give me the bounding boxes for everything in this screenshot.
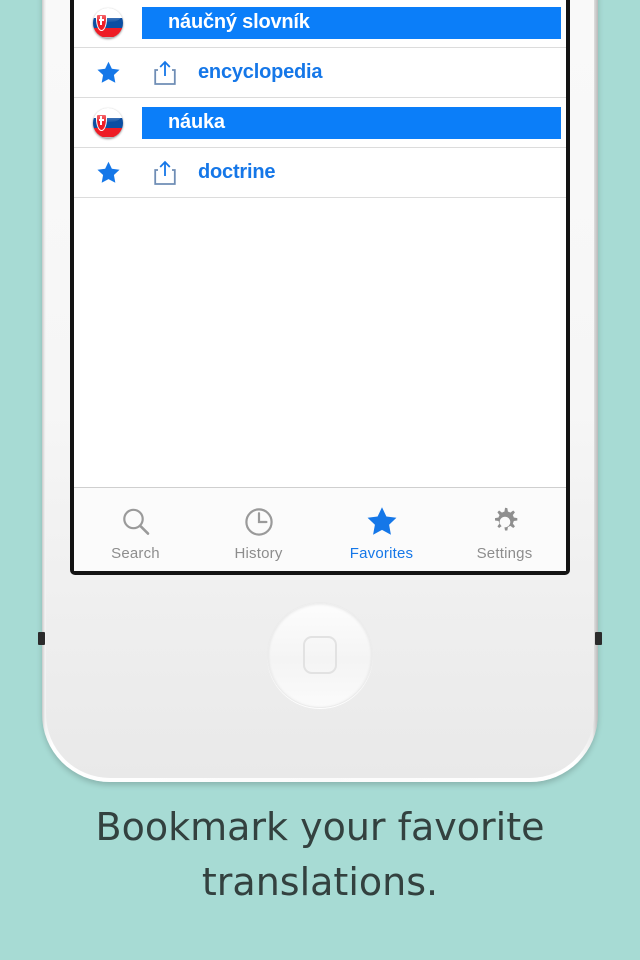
home-button[interactable] <box>267 602 373 708</box>
share-cell[interactable] <box>142 60 188 86</box>
tab-favorites[interactable]: Favorites <box>320 488 443 571</box>
screen-bezel: teach-in <box>70 0 570 575</box>
star-icon-wrap <box>364 501 400 543</box>
row-flag-cell <box>74 7 142 38</box>
phone-device: teach-in <box>38 0 602 782</box>
translation-label: encyclopedia <box>198 61 323 83</box>
tab-settings-label: Settings <box>476 545 533 562</box>
caption-line-1: Bookmark your favorite <box>95 805 545 849</box>
gear-icon <box>494 507 517 531</box>
share-icon[interactable] <box>153 60 177 86</box>
gear-icon-wrap <box>488 501 522 543</box>
tab-favorites-label: Favorites <box>349 545 414 562</box>
caption-line-2: translations. <box>201 860 439 905</box>
tab-search[interactable]: Search <box>74 488 197 571</box>
table-row[interactable]: doctrine <box>74 148 566 198</box>
clock-icon <box>244 508 273 536</box>
slovakia-flag-icon <box>93 107 123 138</box>
translation-list[interactable]: teach-in <box>74 0 566 487</box>
home-button-square-icon <box>303 636 337 674</box>
star-icon[interactable] <box>95 60 122 86</box>
search-icon-wrap <box>120 501 152 543</box>
search-icon <box>122 508 149 535</box>
star-icon <box>367 507 396 535</box>
tab-bar: Search History Favorites Settings <box>74 487 566 571</box>
favorite-star-cell[interactable] <box>74 160 142 186</box>
translation-label: doctrine <box>198 161 276 183</box>
phone-screen: teach-in <box>74 0 566 571</box>
table-row[interactable]: náučný slovník <box>74 0 566 48</box>
term-label: náuka <box>168 111 225 133</box>
favorite-star-cell[interactable] <box>74 60 142 86</box>
tab-history[interactable]: History <box>197 488 320 571</box>
term-label: náučný slovník <box>168 11 310 33</box>
device-side-notch-left <box>38 632 45 645</box>
tab-search-label: Search <box>111 545 160 562</box>
device-side-notch-right <box>595 632 602 645</box>
caption: Bookmark your favorite translations. <box>0 800 640 910</box>
share-cell[interactable] <box>142 160 188 186</box>
term-highlight-bar[interactable]: náučný slovník <box>142 6 561 39</box>
row-flag-cell <box>74 107 142 138</box>
tab-history-label: History <box>234 545 283 562</box>
star-icon[interactable] <box>95 160 122 186</box>
tab-settings[interactable]: Settings <box>443 488 566 571</box>
table-row[interactable]: encyclopedia <box>74 48 566 98</box>
slovakia-flag-icon <box>93 7 123 38</box>
table-row[interactable]: náuka <box>74 98 566 148</box>
clock-icon-wrap <box>243 501 275 543</box>
term-highlight-bar[interactable]: náuka <box>142 106 561 139</box>
share-icon[interactable] <box>153 160 177 186</box>
